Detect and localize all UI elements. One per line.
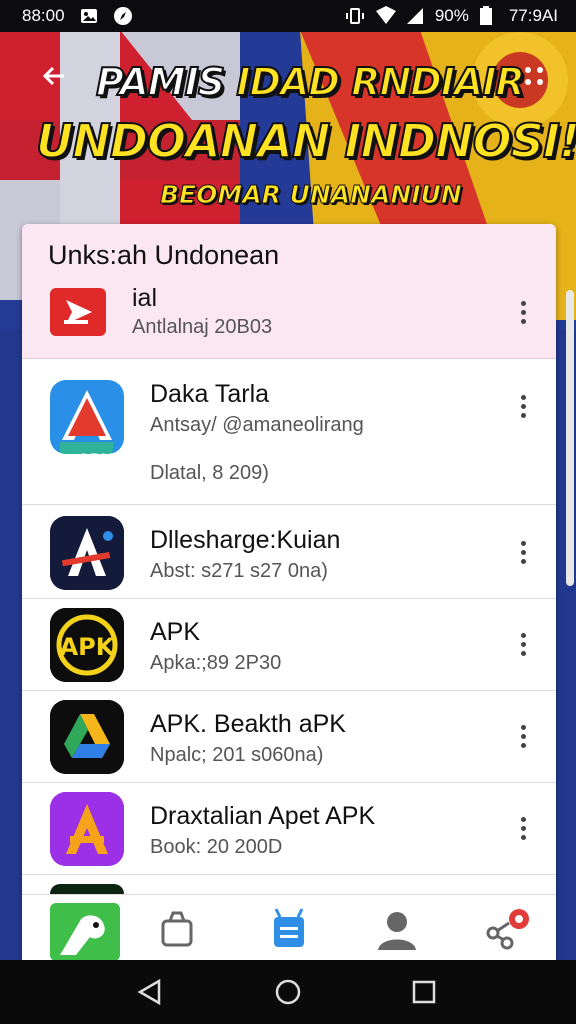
back-button[interactable]: [34, 56, 74, 96]
apk-a-icon: [50, 516, 124, 590]
square-recents-icon: [412, 980, 436, 1004]
nav-backpack[interactable]: [142, 901, 212, 957]
bottom-navigation: [22, 894, 556, 961]
banner-line-2: UNDOANAN INDNOSI!: [35, 113, 576, 169]
vibrate-icon: [345, 6, 365, 26]
list-item[interactable]: APK APK Apka:;89 2P30: [22, 598, 556, 691]
list-item-partial[interactable]: [50, 884, 124, 894]
list-item[interactable]: Draxtalian Apet APK Book: 20 200D: [22, 782, 556, 875]
banner-line-1-yellow: IDAD RNDIAIR: [224, 59, 525, 105]
more-options-button[interactable]: [508, 808, 538, 848]
app-subtitle: Apka:;89 2P30: [150, 652, 282, 674]
nav-profile[interactable]: [362, 901, 432, 957]
banner-line-3: BEOMAR UNANANIUN: [160, 180, 463, 210]
system-navigation-bar: [0, 960, 576, 1024]
backpack-icon: [161, 911, 193, 947]
list-header: Unks:ah Undonean ial Antlalnaj 20B03: [22, 224, 556, 359]
signal-icon: [405, 6, 425, 26]
more-vert-icon: [520, 723, 526, 750]
featured-item[interactable]: ial Antlalnaj 20B03: [22, 278, 556, 358]
status-time-right: 77:9AI: [508, 6, 558, 25]
system-recents-button[interactable]: [404, 972, 444, 1012]
more-vert-icon: [520, 815, 526, 842]
more-vert-icon: [520, 299, 526, 326]
android-icon: [274, 908, 304, 947]
app-name: Draxtalian Apet APK: [150, 802, 376, 830]
arrow-back-icon: [42, 66, 64, 86]
profile-icon: [378, 912, 416, 950]
purple-a-icon: [50, 792, 124, 866]
banner-line-1: PAMIS IDAD RNDIAIR: [95, 59, 526, 105]
system-home-button[interactable]: [268, 972, 308, 1012]
app-subtitle: Book: 20 200D: [150, 836, 283, 858]
app-name: APK: [150, 618, 201, 646]
dino-app-icon: [50, 903, 120, 961]
scrollbar[interactable]: [566, 290, 574, 586]
dots-grid-icon: [525, 67, 543, 85]
youtube-icon: [50, 286, 106, 338]
app-subtitle: Npalc; 201 s060na): [150, 744, 324, 766]
more-options-button[interactable]: [508, 532, 538, 572]
status-bar: 88:00 90% 77:9AI: [0, 0, 576, 32]
apk-yellow-icon: APK: [50, 608, 124, 682]
triangle-back-icon: [137, 979, 161, 1005]
app-extra: Dlatal, 8 209): [150, 462, 269, 484]
svg-text:APK: APK: [60, 633, 116, 661]
list-item[interactable]: APK. Beakth aPK Npalc; 201 s060na): [22, 690, 556, 783]
nav-dino-app[interactable]: [50, 903, 120, 961]
status-time-left: 88:00: [22, 6, 65, 25]
more-options-button[interactable]: [508, 386, 538, 426]
featured-subtitle: Antlalnaj 20B03: [132, 316, 273, 338]
apk-pencil-icon: [50, 380, 124, 454]
drive-triangle-icon: [50, 700, 124, 774]
more-options-button[interactable]: [508, 716, 538, 756]
more-vert-icon: [520, 539, 526, 566]
nav-android[interactable]: [254, 901, 324, 957]
gallery-icon: [79, 6, 99, 26]
share-icon: [486, 909, 529, 950]
apk-label: APK: [76, 450, 112, 469]
wifi-icon: [375, 6, 396, 26]
app-name: APK. Beakth aPK: [150, 710, 346, 738]
banner-line-1-white: PAMIS: [95, 59, 226, 105]
more-options-button[interactable]: [508, 624, 538, 664]
app-name: Dllesharge:Kuian: [150, 526, 341, 554]
circle-home-icon: [275, 979, 301, 1005]
list-title: Unks:ah Undonean: [48, 240, 280, 270]
app-name: Daka Tarla: [150, 380, 270, 408]
more-vert-icon: [520, 631, 526, 658]
battery-icon: [479, 6, 499, 26]
compass-icon: [113, 6, 133, 26]
battery-percent: 90%: [434, 6, 469, 25]
more-options-button[interactable]: [508, 292, 538, 332]
featured-name: ial: [132, 284, 158, 312]
list-item[interactable]: Dllesharge:Kuian Abst: s271 s27 0na): [22, 506, 556, 599]
system-back-button[interactable]: [130, 972, 170, 1012]
more-vert-icon: [520, 393, 526, 420]
app-list-card: Unks:ah Undonean ial Antlalnaj 20B03 APK…: [22, 224, 556, 960]
list-item[interactable]: APK Daka Tarla Antsay/ @amaneolirang Dla…: [22, 364, 556, 505]
nav-share[interactable]: [472, 901, 542, 957]
app-subtitle: Antsay/ @amaneolirang: [150, 414, 364, 436]
app-subtitle: Abst: s271 s27 0na): [150, 560, 328, 582]
